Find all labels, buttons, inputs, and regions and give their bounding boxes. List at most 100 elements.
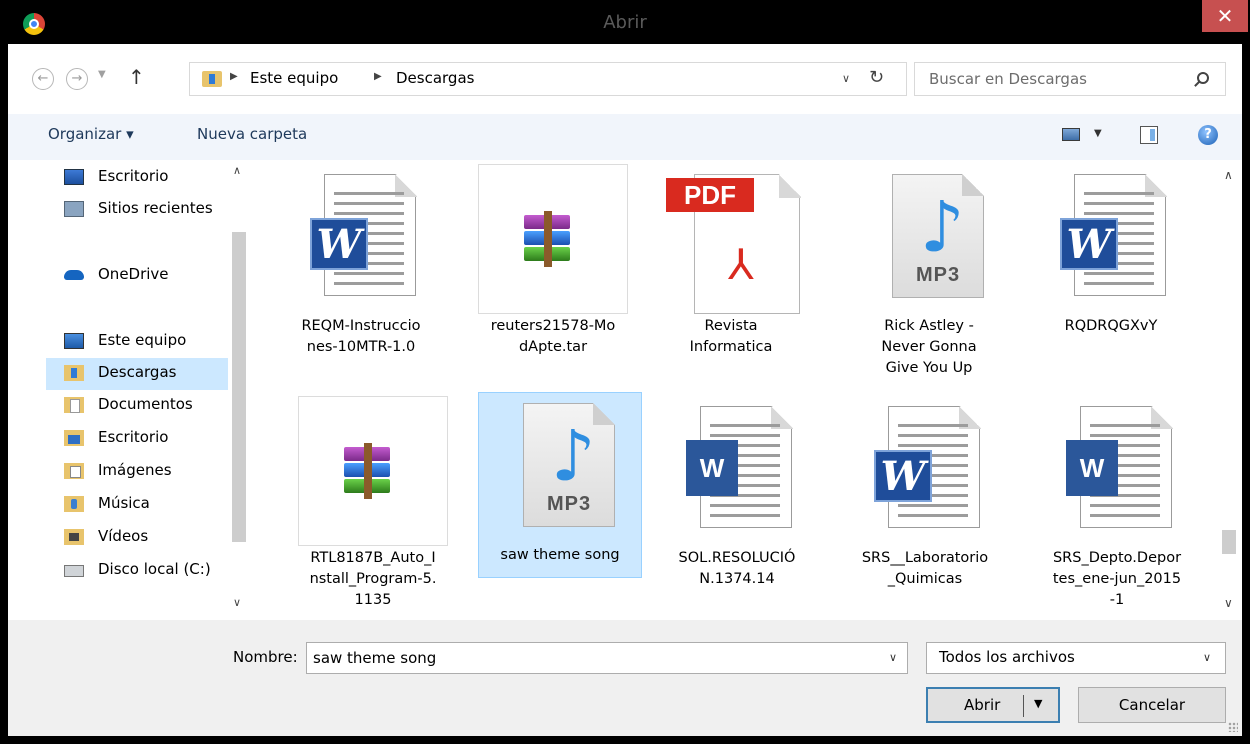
sidebar-item-imagenes[interactable]: Imágenes (46, 456, 228, 488)
word-document-icon: W (296, 168, 426, 318)
pdf-document-icon: PDF ⅄ (666, 168, 801, 318)
music-note-icon: ♪ (920, 186, 965, 268)
back-button[interactable]: ← (32, 68, 54, 90)
file-item-saw-theme-song[interactable]: ♪ MP3 saw theme song (478, 392, 642, 578)
local-disk-icon (64, 565, 84, 577)
dialog-body: ← → ▼ ↑ ▶ Este equipo ▶ Descargas ∨ ↻ Bu… (8, 44, 1242, 736)
scroll-down-icon[interactable]: ∨ (1224, 596, 1233, 610)
file-item-rick-astley[interactable]: ♪ MP3 Rick Astley - Never Gonna Give You U… (854, 164, 1004, 394)
window-title: Abrir (603, 12, 647, 33)
sidebar-item-onedrive[interactable]: OneDrive (46, 260, 228, 292)
up-button[interactable]: ↑ (128, 65, 145, 89)
word-document-icon: W (860, 400, 990, 550)
archive-thumbnail (298, 396, 448, 546)
chevron-down-icon[interactable]: ∨ (889, 651, 897, 664)
file-item-reuters[interactable]: reuters21578-Mo dApte.tar (478, 164, 628, 394)
archive-thumbnail (478, 164, 628, 314)
navigation-pane: Escritorio Sitios recientes OneDrive Est… (8, 160, 256, 620)
breadcrumb-separator-icon[interactable]: ▶ (374, 71, 382, 82)
chevron-down-icon[interactable]: ∨ (1203, 651, 1211, 664)
search-input[interactable]: Buscar en Descargas (914, 62, 1226, 96)
sidebar-item-descargas[interactable]: Descargas (46, 358, 228, 390)
word-document-icon: W (1052, 400, 1182, 550)
file-item-sol-resolucion[interactable]: W SOL.RESOLUCIÓ N.1374.14 (662, 396, 812, 620)
sidebar-item-sitios-recientes[interactable]: Sitios recientes (46, 194, 228, 226)
dialog-footer: Nombre: saw theme song ∨ Todos los archi… (8, 620, 1242, 736)
file-name: Rick Astley - Never Gonna Give You Up (881, 318, 977, 376)
recent-locations-dropdown[interactable]: ▼ (98, 69, 106, 80)
recent-places-icon (64, 201, 84, 217)
documents-folder-icon (64, 397, 84, 413)
file-type-select[interactable]: Todos los archivos ∨ (926, 642, 1226, 674)
pictures-folder-icon (64, 463, 84, 479)
file-item-srs-laboratorio[interactable]: W SRS__Laboratorio _Quimicas (850, 396, 1000, 620)
file-name-label: Nombre: (233, 648, 298, 666)
view-options-dropdown-icon[interactable]: ▼ (1094, 128, 1102, 139)
title-bar[interactable]: Abrir ✕ (0, 0, 1250, 44)
mp3-audio-icon: ♪ MP3 (495, 397, 625, 547)
sidebar-item-disco-local[interactable]: Disco local (C:) (46, 555, 228, 587)
file-name: Revista Informatica (689, 318, 773, 355)
music-note-icon: ♪ (551, 415, 596, 497)
cancel-button[interactable]: Cancelar (1078, 687, 1226, 723)
videos-folder-icon (64, 529, 84, 545)
scrollbar-thumb[interactable] (232, 232, 246, 542)
sidebar-item-documentos[interactable]: Documentos (46, 390, 228, 422)
address-row: ← → ▼ ↑ ▶ Este equipo ▶ Descargas ∨ ↻ Bu… (8, 44, 1242, 114)
file-item-rtl8187b[interactable]: RTL8187B_Auto_I nstall_Program-5. 1135 (298, 396, 448, 620)
onedrive-cloud-icon (64, 270, 84, 280)
sidebar-item-videos[interactable]: Vídeos (46, 522, 228, 554)
command-bar: Organizar ▾ Nueva carpeta ▼ ? (8, 114, 1242, 160)
mp3-audio-icon: ♪ MP3 (864, 168, 994, 318)
open-file-dialog: Abrir ✕ ← → ▼ ↑ ▶ Este equipo ▶ Descarga… (0, 0, 1250, 744)
sidebar-item-escritorio[interactable]: Escritorio (46, 162, 228, 194)
preview-pane-icon[interactable] (1140, 126, 1158, 144)
sidebar-item-este-equipo[interactable]: Este equipo (46, 326, 228, 358)
scrollbar-thumb[interactable] (1222, 530, 1236, 554)
file-name: SRS__Laboratorio _Quimicas (861, 550, 989, 587)
breadcrumb-separator-icon[interactable]: ▶ (230, 71, 238, 82)
new-folder-button[interactable]: Nueva carpeta (197, 125, 307, 143)
search-icon[interactable] (1197, 72, 1209, 84)
navigation-scrollbar[interactable]: ∧ ∨ (230, 160, 248, 620)
organize-menu-button[interactable]: Organizar ▾ (48, 125, 134, 143)
address-dropdown-icon[interactable]: ∨ (842, 72, 850, 85)
sidebar-item-escritorio-folder[interactable]: Escritorio (46, 423, 228, 455)
computer-icon (64, 333, 84, 349)
word-document-icon: W (672, 400, 802, 550)
change-view-icon[interactable] (1062, 128, 1080, 141)
help-icon[interactable]: ? (1198, 125, 1218, 145)
forward-button[interactable]: → (66, 68, 88, 90)
refresh-icon[interactable]: ↻ (869, 67, 884, 88)
downloads-folder-icon (64, 365, 84, 381)
desktop-icon (64, 169, 84, 185)
word-document-icon: W (1046, 168, 1176, 318)
file-item-reqm[interactable]: W REQM-Instruccio nes-10MTR-1.0 (286, 164, 436, 394)
file-name: SRS_Depto.Depor tes_ene-jun_2015 -1 (1052, 550, 1182, 608)
file-item-srs-depto-deportes[interactable]: W SRS_Depto.Depor tes_ene-jun_2015 -1 (1042, 396, 1192, 620)
file-name: REQM-Instruccio nes-10MTR-1.0 (301, 318, 421, 355)
scroll-up-icon[interactable]: ∧ (1224, 168, 1233, 182)
file-name-input[interactable]: saw theme song ∨ (306, 642, 908, 674)
open-button[interactable]: Abrir ▼ (926, 687, 1060, 723)
file-item-revista[interactable]: PDF ⅄ Revista Informatica (656, 164, 806, 394)
file-list-scrollbar[interactable]: ∧ ∨ (1218, 160, 1242, 620)
open-options-dropdown-icon[interactable]: ▼ (1034, 697, 1042, 710)
acrobat-logo-icon: ⅄ (728, 240, 754, 289)
breadcrumb-este-equipo[interactable]: Este equipo (250, 69, 338, 87)
resize-grip-icon[interactable] (1228, 722, 1238, 732)
file-name: SOL.RESOLUCIÓ N.1374.14 (678, 550, 796, 587)
file-list: W REQM-Instruccio nes-10MTR-1.0 reuters21… (256, 160, 1218, 620)
winrar-archive-icon (344, 443, 390, 499)
file-name: saw theme song (500, 547, 620, 563)
sidebar-item-musica[interactable]: Música (46, 489, 228, 521)
search-placeholder: Buscar en Descargas (929, 70, 1087, 88)
file-name: RTL8187B_Auto_I nstall_Program-5. 1135 (309, 550, 437, 608)
scroll-down-icon[interactable]: ∨ (233, 596, 241, 609)
file-item-rqdrqgxvy[interactable]: W RQDRQGXvY (1036, 164, 1186, 394)
scroll-up-icon[interactable]: ∧ (233, 164, 241, 177)
close-button[interactable]: ✕ (1202, 0, 1248, 32)
breadcrumb-descargas[interactable]: Descargas (396, 69, 474, 87)
address-bar[interactable]: ▶ Este equipo ▶ Descargas ∨ ↻ (189, 62, 907, 96)
winrar-archive-icon (524, 211, 570, 267)
